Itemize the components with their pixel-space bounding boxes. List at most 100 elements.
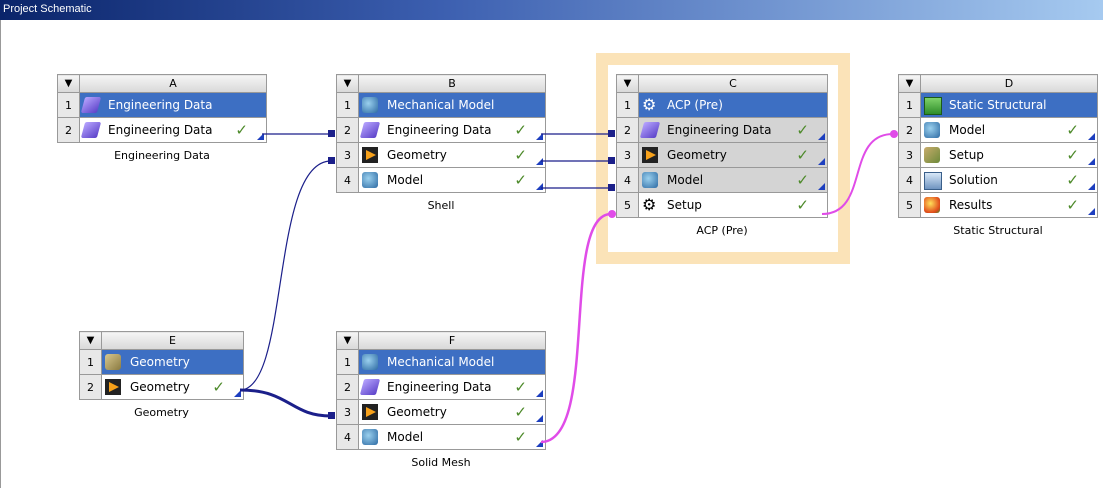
system-menu-arrow[interactable]: ▼ bbox=[79, 331, 102, 350]
cell-label: Setup bbox=[667, 198, 702, 212]
system-row[interactable]: 3 Geometry ✓ bbox=[336, 399, 546, 425]
results-icon bbox=[924, 197, 940, 213]
up-to-date-check-icon: ✓ bbox=[796, 196, 809, 214]
cell-label: Geometry bbox=[387, 405, 447, 419]
system-caption[interactable]: ACP (Pre) bbox=[616, 224, 828, 237]
system-row[interactable]: 1 Static Structural bbox=[898, 92, 1098, 118]
connection-handle-icon[interactable] bbox=[536, 183, 543, 190]
system-row[interactable]: 1 ⚙ ACP (Pre) bbox=[616, 92, 828, 118]
geometry-icon bbox=[642, 147, 658, 163]
up-to-date-check-icon: ✓ bbox=[514, 121, 527, 139]
endpoint-dot bbox=[890, 130, 898, 138]
system-row[interactable]: 5 Results ✓ bbox=[898, 192, 1098, 218]
cell-label: Mechanical Model bbox=[387, 98, 495, 112]
connection-handle-icon[interactable] bbox=[536, 415, 543, 422]
system-menu-arrow[interactable]: ▼ bbox=[57, 74, 80, 93]
system-row[interactable]: 2 Engineering Data ✓ bbox=[57, 117, 267, 143]
system-menu-arrow[interactable]: ▼ bbox=[616, 74, 639, 93]
system-row[interactable]: 2 Engineering Data ✓ bbox=[336, 117, 546, 143]
cell-label: Geometry bbox=[667, 148, 727, 162]
system-row[interactable]: 2 Model ✓ bbox=[898, 117, 1098, 143]
system-row[interactable]: 3 Setup ✓ bbox=[898, 142, 1098, 168]
system-row[interactable]: 2 Engineering Data ✓ bbox=[616, 117, 828, 143]
connection-handle-icon[interactable] bbox=[1088, 208, 1095, 215]
system-row[interactable]: 4 Model ✓ bbox=[616, 167, 828, 193]
system-caption[interactable]: Static Structural bbox=[898, 224, 1098, 237]
up-to-date-check-icon: ✓ bbox=[212, 378, 225, 396]
cell-label: Model bbox=[667, 173, 704, 187]
system-f[interactable]: ▼ F 1 Mechanical Model 2 Engineering Data ✓ … bbox=[336, 331, 546, 469]
system-row[interactable]: 4 Model ✓ bbox=[336, 424, 546, 450]
connection-handle-icon[interactable] bbox=[536, 133, 543, 140]
gear-icon: ⚙ bbox=[642, 195, 657, 214]
row-number: 1 bbox=[336, 92, 359, 118]
engineering-data-icon bbox=[359, 379, 381, 395]
system-a[interactable]: ▼ A 1 Engineering Data 2 Engineering Data ✓ … bbox=[57, 74, 267, 162]
system-row[interactable]: 4 Model ✓ bbox=[336, 167, 546, 193]
row-number: 2 bbox=[616, 117, 639, 143]
system-d[interactable]: ▼ D 1 Static Structural 2 Model ✓ 3 Setup ✓ 4 S… bbox=[898, 74, 1098, 237]
connection-handle-icon[interactable] bbox=[536, 390, 543, 397]
system-e[interactable]: ▼ E 1 Geometry 2 Geometry ✓ Geometry bbox=[79, 331, 244, 419]
endpoint-square bbox=[328, 412, 335, 419]
system-menu-arrow[interactable]: ▼ bbox=[898, 74, 921, 93]
system-b[interactable]: ▼ B 1 Mechanical Model 2 Engineering Data ✓ … bbox=[336, 74, 546, 212]
up-to-date-check-icon: ✓ bbox=[796, 171, 809, 189]
connection-handle-icon[interactable] bbox=[257, 133, 264, 140]
system-row[interactable]: 3 Geometry ✓ bbox=[616, 142, 828, 168]
system-row[interactable]: 1 Mechanical Model bbox=[336, 349, 546, 375]
up-to-date-check-icon: ✓ bbox=[235, 121, 248, 139]
connection-handle-icon[interactable] bbox=[818, 133, 825, 140]
system-menu-arrow[interactable]: ▼ bbox=[336, 331, 359, 350]
system-letter: A bbox=[79, 74, 267, 93]
connection-handle-icon[interactable] bbox=[818, 158, 825, 165]
setup-icon bbox=[924, 147, 940, 163]
cell-label: Static Structural bbox=[949, 98, 1047, 112]
system-row[interactable]: 5 ⚙ Setup ✓ bbox=[616, 192, 828, 218]
system-row[interactable]: 3 Geometry ✓ bbox=[336, 142, 546, 168]
system-row[interactable]: 1 Mechanical Model bbox=[336, 92, 546, 118]
cell-label: Engineering Data bbox=[108, 98, 213, 112]
system-row[interactable]: 1 Geometry bbox=[79, 349, 244, 375]
model-icon bbox=[362, 429, 378, 445]
row-number: 5 bbox=[898, 192, 921, 218]
engineering-data-icon bbox=[359, 122, 381, 138]
system-menu-arrow[interactable]: ▼ bbox=[336, 74, 359, 93]
system-row[interactable]: 2 Geometry ✓ bbox=[79, 374, 244, 400]
system-row[interactable]: 2 Engineering Data ✓ bbox=[336, 374, 546, 400]
system-letter: B bbox=[358, 74, 546, 93]
connection-handle-icon[interactable] bbox=[1088, 133, 1095, 140]
connection-handle-icon[interactable] bbox=[1088, 183, 1095, 190]
up-to-date-check-icon: ✓ bbox=[796, 146, 809, 164]
connection-handle-icon[interactable] bbox=[234, 390, 241, 397]
connection-handle-icon[interactable] bbox=[536, 158, 543, 165]
geometry-icon bbox=[362, 404, 378, 420]
connection-handle-icon[interactable] bbox=[536, 440, 543, 447]
up-to-date-check-icon: ✓ bbox=[514, 378, 527, 396]
system-row[interactable]: 4 Solution ✓ bbox=[898, 167, 1098, 193]
system-caption[interactable]: Shell bbox=[336, 199, 546, 212]
up-to-date-check-icon: ✓ bbox=[1066, 196, 1079, 214]
link-e2-b3 bbox=[239, 160, 332, 391]
system-letter: E bbox=[101, 331, 244, 350]
static-structural-icon bbox=[924, 97, 942, 115]
engineering-data-icon bbox=[639, 122, 661, 138]
row-number: 1 bbox=[57, 92, 80, 118]
solution-icon bbox=[924, 172, 942, 190]
connection-handle-icon[interactable] bbox=[818, 183, 825, 190]
up-to-date-check-icon: ✓ bbox=[1066, 121, 1079, 139]
connection-handle-icon[interactable] bbox=[1088, 158, 1095, 165]
system-c[interactable]: ▼ C 1 ⚙ ACP (Pre) 2 Engineering Data ✓ 3 Geome… bbox=[616, 74, 828, 237]
cell-label: Geometry bbox=[387, 148, 447, 162]
link-e2-f3 bbox=[239, 388, 332, 418]
system-letter: D bbox=[920, 74, 1098, 93]
system-caption[interactable]: Engineering Data bbox=[57, 149, 267, 162]
cell-label: Solution bbox=[949, 173, 998, 187]
system-caption[interactable]: Solid Mesh bbox=[336, 456, 546, 469]
geometry-icon bbox=[105, 379, 121, 395]
up-to-date-check-icon: ✓ bbox=[514, 146, 527, 164]
system-caption[interactable]: Geometry bbox=[79, 406, 244, 419]
up-to-date-check-icon: ✓ bbox=[514, 171, 527, 189]
cell-label: Engineering Data bbox=[387, 123, 492, 137]
system-row[interactable]: 1 Engineering Data bbox=[57, 92, 267, 118]
